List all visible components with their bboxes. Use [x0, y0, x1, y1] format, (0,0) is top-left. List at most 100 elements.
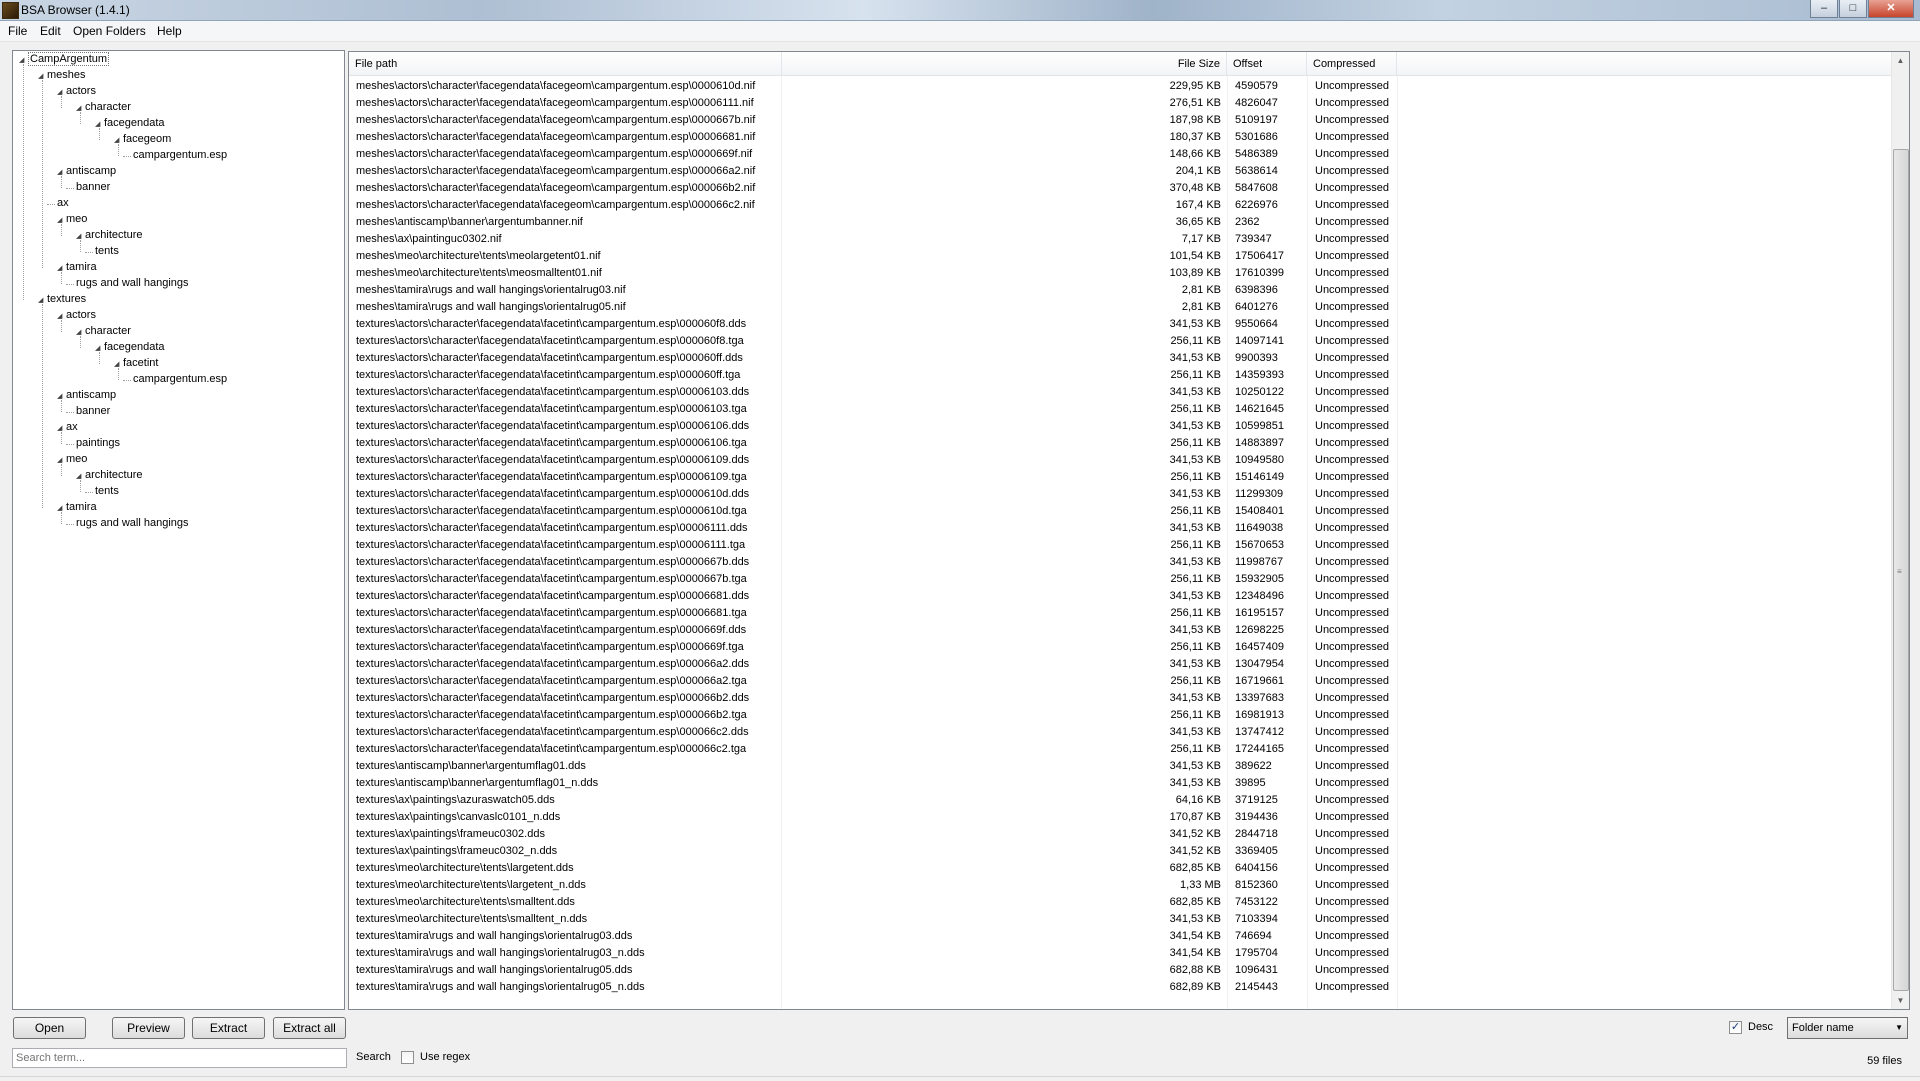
minimize-button[interactable]: –: [1810, 0, 1838, 18]
use-regex-checkbox[interactable]: [401, 1051, 414, 1064]
vertical-scrollbar[interactable]: ▲ ≡ ▼: [1891, 52, 1909, 1009]
menu-help[interactable]: Help: [157, 24, 182, 38]
tree-node[interactable]: ◢ actors: [57, 308, 96, 323]
tree-node[interactable]: ◢ CampArgentum: [19, 52, 110, 67]
table-row[interactable]: textures\ax\paintings\frameuc0302_n.dds 3…: [349, 843, 1397, 860]
table-row[interactable]: meshes\actors\character\facegendata\face…: [349, 129, 1397, 146]
tree-node[interactable]: ◢ character: [76, 100, 131, 115]
tree-node[interactable]: ◢ facegendata: [95, 116, 165, 131]
table-row[interactable]: textures\actors\character\facegendata\fa…: [349, 333, 1397, 350]
tree-node[interactable]: rugs and wall hangings: [76, 276, 189, 291]
table-row[interactable]: textures\actors\character\facegendata\fa…: [349, 486, 1397, 503]
table-row[interactable]: textures\ax\paintings\azuraswatch05.dds 6…: [349, 792, 1397, 809]
table-row[interactable]: textures\tamira\rugs and wall hangings\o…: [349, 945, 1397, 962]
table-row[interactable]: meshes\actors\character\facegendata\face…: [349, 146, 1397, 163]
table-row[interactable]: textures\actors\character\facegendata\fa…: [349, 469, 1397, 486]
table-row[interactable]: textures\tamira\rugs and wall hangings\o…: [349, 928, 1397, 945]
table-row[interactable]: textures\actors\character\facegendata\fa…: [349, 656, 1397, 673]
maximize-button[interactable]: □: [1839, 0, 1867, 18]
table-row[interactable]: meshes\ax\paintinguc0302.nif 7,17 KB 73934…: [349, 231, 1397, 248]
table-row[interactable]: meshes\actors\character\facegendata\face…: [349, 78, 1397, 95]
menu-open-folders[interactable]: Open Folders: [73, 24, 146, 38]
column-header-offset[interactable]: Offset: [1227, 52, 1307, 76]
table-row[interactable]: textures\actors\character\facegendata\fa…: [349, 690, 1397, 707]
tree-node[interactable]: campargentum.esp: [133, 372, 227, 387]
tree-node[interactable]: paintings: [76, 436, 120, 451]
tree-node[interactable]: ◢ facetint: [114, 356, 158, 371]
table-row[interactable]: meshes\tamira\rugs and wall hangings\ori…: [349, 282, 1397, 299]
tree-node[interactable]: ◢ facegendata: [95, 340, 165, 355]
column-header-compressed[interactable]: Compressed: [1307, 52, 1397, 76]
table-row[interactable]: textures\actors\character\facegendata\fa…: [349, 452, 1397, 469]
table-row[interactable]: textures\actors\character\facegendata\fa…: [349, 588, 1397, 605]
table-row[interactable]: textures\actors\character\facegendata\fa…: [349, 503, 1397, 520]
tree-node[interactable]: ◢ tamira: [57, 500, 97, 515]
table-row[interactable]: textures\actors\character\facegendata\fa…: [349, 571, 1397, 588]
table-row[interactable]: textures\actors\character\facegendata\fa…: [349, 367, 1397, 384]
table-row[interactable]: textures\actors\character\facegendata\fa…: [349, 316, 1397, 333]
menu-file[interactable]: File: [8, 24, 27, 38]
tree-node[interactable]: ◢ antiscamp: [57, 388, 116, 403]
table-row[interactable]: textures\actors\character\facegendata\fa…: [349, 622, 1397, 639]
tree-node[interactable]: ◢ actors: [57, 84, 96, 99]
tree-node[interactable]: banner: [76, 180, 110, 195]
table-row[interactable]: textures\actors\character\facegendata\fa…: [349, 520, 1397, 537]
table-row[interactable]: meshes\tamira\rugs and wall hangings\ori…: [349, 299, 1397, 316]
tree-node[interactable]: ◢ antiscamp: [57, 164, 116, 179]
table-row[interactable]: meshes\actors\character\facegendata\face…: [349, 163, 1397, 180]
table-row[interactable]: meshes\actors\character\facegendata\face…: [349, 180, 1397, 197]
table-row[interactable]: meshes\meo\architecture\tents\meolargete…: [349, 248, 1397, 265]
table-row[interactable]: textures\meo\architecture\tents\largeten…: [349, 860, 1397, 877]
table-row[interactable]: textures\ax\paintings\frameuc0302.dds 341…: [349, 826, 1397, 843]
tree-node[interactable]: ◢ architecture: [76, 468, 142, 483]
table-row[interactable]: textures\actors\character\facegendata\fa…: [349, 554, 1397, 571]
tree-node[interactable]: campargentum.esp: [133, 148, 227, 163]
tree-node[interactable]: tents: [95, 244, 119, 259]
table-row[interactable]: textures\antiscamp\banner\argentumflag01…: [349, 758, 1397, 775]
column-header-file-path[interactable]: File path: [349, 52, 782, 76]
table-row[interactable]: textures\tamira\rugs and wall hangings\o…: [349, 979, 1397, 996]
table-row[interactable]: textures\actors\character\facegendata\fa…: [349, 350, 1397, 367]
preview-button[interactable]: Preview: [112, 1017, 185, 1039]
tree-node[interactable]: ◢ facegeom: [114, 132, 171, 147]
column-header-file-size[interactable]: File Size: [782, 52, 1227, 76]
table-row[interactable]: meshes\actors\character\facegendata\face…: [349, 112, 1397, 129]
table-row[interactable]: textures\actors\character\facegendata\fa…: [349, 707, 1397, 724]
table-row[interactable]: textures\ax\paintings\canvaslc0101_n.dds…: [349, 809, 1397, 826]
sort-by-select[interactable]: Folder name ▼: [1787, 1017, 1908, 1039]
table-row[interactable]: meshes\antiscamp\banner\argentumbanner.n…: [349, 214, 1397, 231]
tree-node[interactable]: ◢ architecture: [76, 228, 142, 243]
extract-button[interactable]: Extract: [192, 1017, 265, 1039]
tree-node[interactable]: rugs and wall hangings: [76, 516, 189, 531]
table-row[interactable]: textures\actors\character\facegendata\fa…: [349, 673, 1397, 690]
scroll-down-icon[interactable]: ▼: [1892, 992, 1909, 1009]
table-row[interactable]: textures\tamira\rugs and wall hangings\o…: [349, 962, 1397, 979]
table-row[interactable]: textures\meo\architecture\tents\largeten…: [349, 877, 1397, 894]
tree-node[interactable]: ◢ tamira: [57, 260, 97, 275]
table-row[interactable]: textures\actors\character\facegendata\fa…: [349, 435, 1397, 452]
open-button[interactable]: Open: [13, 1017, 86, 1039]
desc-checkbox[interactable]: ✓: [1729, 1021, 1742, 1034]
table-row[interactable]: textures\actors\character\facegendata\fa…: [349, 724, 1397, 741]
tree-node[interactable]: ◢ character: [76, 324, 131, 339]
table-row[interactable]: textures\actors\character\facegendata\fa…: [349, 418, 1397, 435]
extract-all-button[interactable]: Extract all: [273, 1017, 346, 1039]
table-row[interactable]: meshes\actors\character\facegendata\face…: [349, 197, 1397, 214]
table-row[interactable]: textures\actors\character\facegendata\fa…: [349, 384, 1397, 401]
scroll-thumb[interactable]: ≡: [1893, 149, 1909, 991]
table-row[interactable]: textures\actors\character\facegendata\fa…: [349, 741, 1397, 758]
table-row[interactable]: meshes\meo\architecture\tents\meosmallte…: [349, 265, 1397, 282]
search-input[interactable]: [12, 1048, 347, 1068]
table-row[interactable]: textures\actors\character\facegendata\fa…: [349, 537, 1397, 554]
tree-node[interactable]: tents: [95, 484, 119, 499]
file-list[interactable]: File path File Size Offset Compressed me…: [348, 51, 1910, 1010]
scroll-up-icon[interactable]: ▲: [1892, 52, 1909, 69]
table-row[interactable]: textures\actors\character\facegendata\fa…: [349, 605, 1397, 622]
table-row[interactable]: textures\meo\architecture\tents\smallten…: [349, 911, 1397, 928]
table-row[interactable]: textures\meo\architecture\tents\smallten…: [349, 894, 1397, 911]
tree-node[interactable]: ax: [57, 196, 69, 211]
menu-edit[interactable]: Edit: [40, 24, 61, 38]
folder-tree[interactable]: ◢ CampArgentum ◢ meshes ◢ actors ◢ character ◢ fa…: [12, 50, 345, 1010]
tree-node[interactable]: ◢ textures: [38, 292, 86, 307]
close-button[interactable]: ✕: [1868, 0, 1914, 18]
